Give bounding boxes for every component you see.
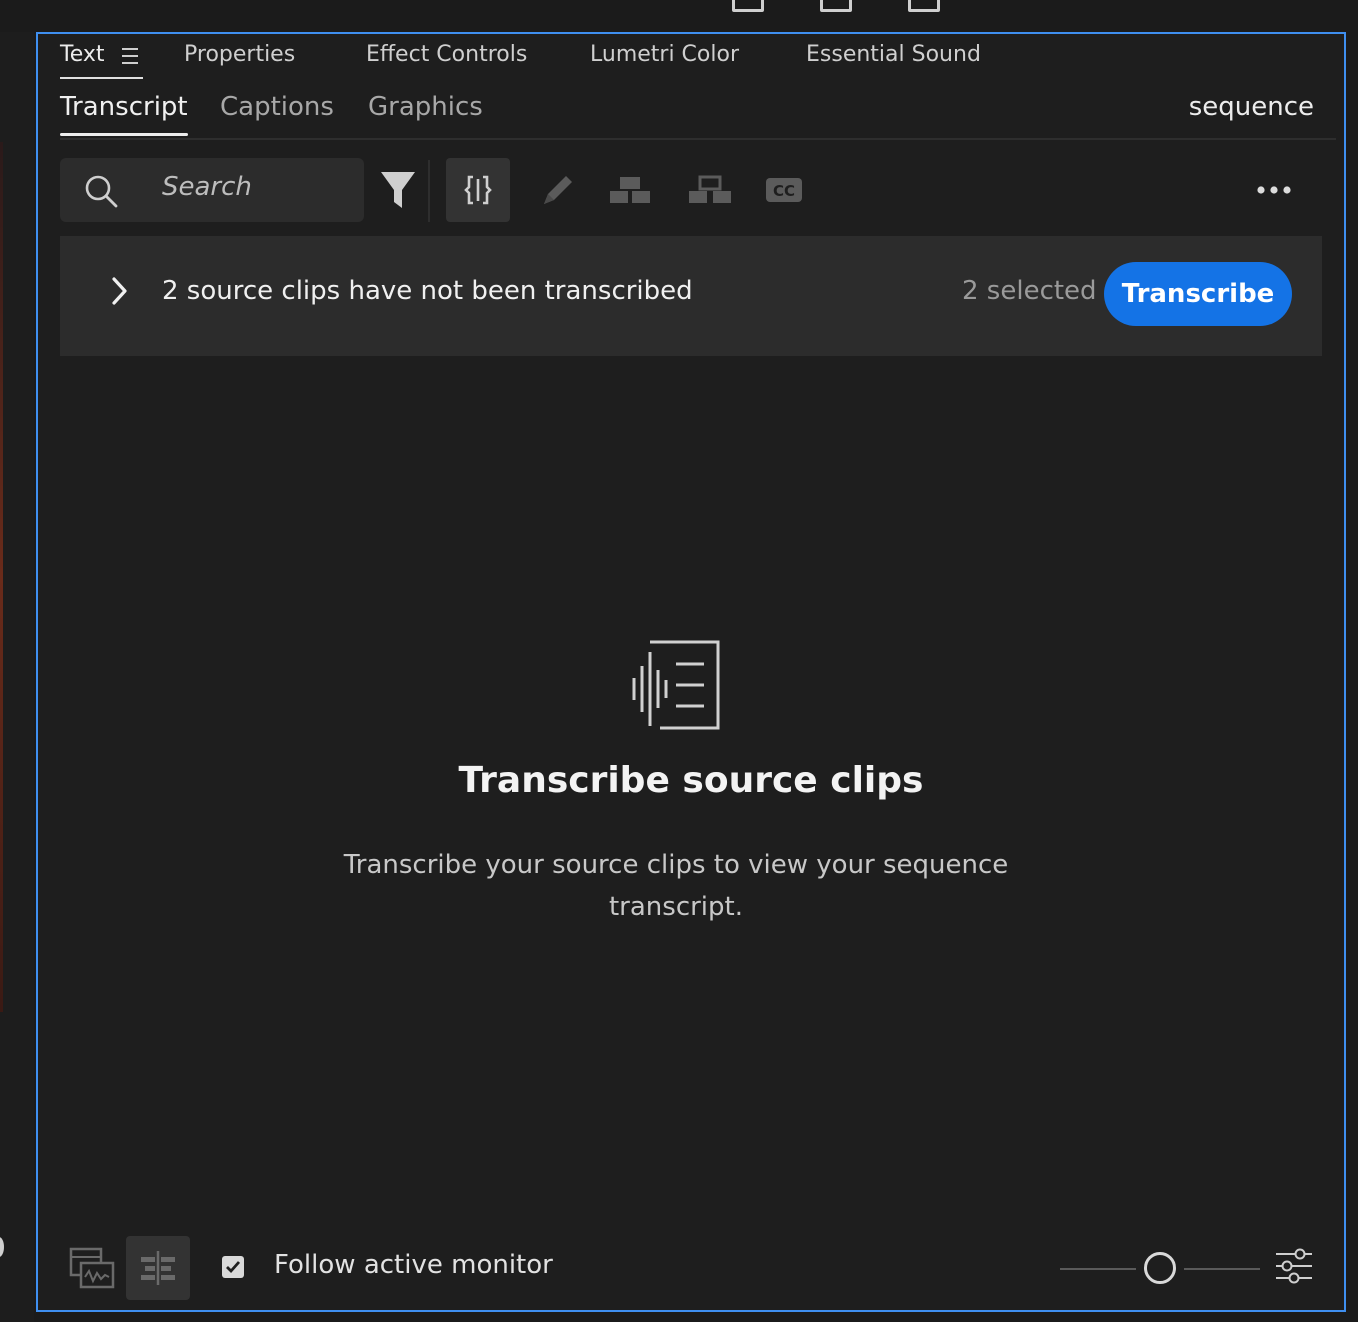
follow-monitor-checkbox[interactable] [222,1256,244,1278]
empty-state-title: Transcribe source clips [458,760,924,801]
sequence-label[interactable]: sequence [1189,92,1314,122]
untranscribed-banner: 2 source clips have not been transcribed… [60,236,1322,356]
edit-button[interactable] [534,158,582,222]
search-input[interactable]: Search [60,158,364,222]
video-preview-edge [0,142,3,1012]
search-placeholder: Search [162,172,252,202]
follow-monitor-label: Follow active monitor [274,1250,553,1280]
settings-sliders-icon[interactable] [1274,1248,1314,1284]
tab-text[interactable]: Text [60,42,142,79]
add-segment-icon [689,175,731,203]
panel-handle[interactable] [0,1237,4,1257]
chevron-right-icon[interactable] [110,276,130,306]
tab-effect-controls[interactable]: Effect Controls [366,42,527,67]
timeline-icon [141,1251,175,1285]
app-top-bar [0,0,1358,32]
divider [60,138,1336,140]
empty-state-description: Transcribe your source clips to view you… [343,850,1009,922]
banner-message: 2 source clips have not been transcribed [162,276,693,306]
source-clip-icon [69,1247,115,1289]
workspace-icon[interactable] [732,0,764,12]
panel-footer: Follow active monitor [38,1230,1344,1310]
more-options-button[interactable] [1250,158,1298,222]
svg-text:CC: CC [773,182,795,200]
search-icon [85,175,118,208]
transcript-icon [632,640,720,730]
adjacent-panel [0,32,34,1322]
captions-button[interactable]: CC [760,158,808,222]
merge-segments-icon [610,177,650,203]
split-segment-button[interactable] [446,158,510,222]
merge-segments-button[interactable] [604,158,656,222]
more-options-icon [1257,186,1291,194]
transcribe-button[interactable]: Transcribe [1104,262,1292,326]
sequence-monitor-button[interactable] [126,1236,190,1300]
zoom-slider-track[interactable] [1060,1268,1136,1270]
workspace-icon[interactable] [908,0,940,12]
tab-transcript[interactable]: Transcript [60,92,188,136]
edit-pencil-icon [544,176,572,204]
panel-menu-icon[interactable] [122,48,138,69]
filter-icon [381,172,415,208]
workspace-icon[interactable] [820,0,852,12]
text-panel: Text Properties Effect Controls Lumetri … [36,32,1346,1312]
source-monitor-button[interactable] [60,1236,124,1300]
toolbar-divider [428,160,430,222]
selected-count: 2 selected [962,276,1097,306]
tab-properties[interactable]: Properties [184,42,295,67]
transcript-toolbar: Search CC [38,152,1344,224]
zoom-slider-handle[interactable] [1144,1252,1176,1284]
tab-essential-sound[interactable]: Essential Sound [806,42,981,67]
tab-captions[interactable]: Captions [220,92,334,122]
closed-captions-icon: CC [766,178,802,202]
tab-graphics[interactable]: Graphics [368,92,483,122]
checkmark-icon [226,1261,241,1274]
add-segment-button[interactable] [682,158,738,222]
split-segment-icon [464,175,492,205]
panel-tab-bar: Text Properties Effect Controls Lumetri … [38,34,1344,84]
zoom-slider-track[interactable] [1184,1268,1260,1270]
filter-button[interactable] [376,158,420,222]
sub-tab-bar: Transcript Captions Graphics sequence [38,84,1344,140]
tab-lumetri-color[interactable]: Lumetri Color [590,42,739,67]
